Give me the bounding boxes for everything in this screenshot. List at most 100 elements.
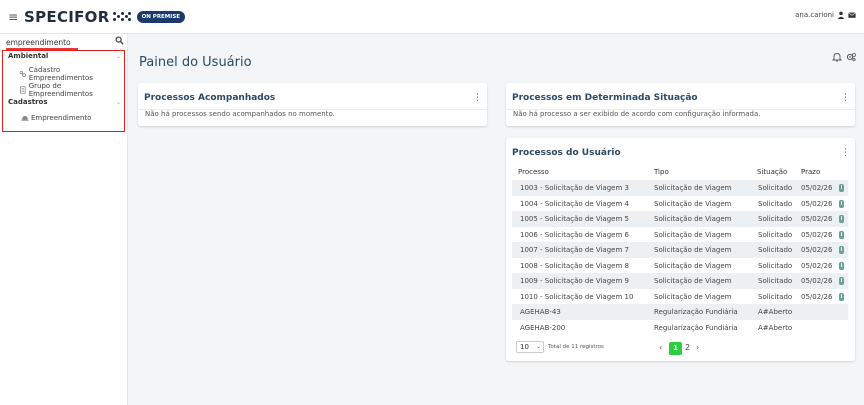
cell-situacao: Solicitado: [758, 230, 793, 239]
username: ana.carioni: [795, 11, 834, 19]
cell-prazo: 05/02/26: [801, 261, 833, 270]
cell-tipo: Solicitação de Viagem: [654, 184, 732, 192]
gear-icon[interactable]: [846, 52, 856, 62]
menu-search-input[interactable]: [6, 36, 106, 48]
info-icon[interactable]: i: [839, 277, 844, 285]
menu-item-grupo-empreendimentos[interactable]: Grupo de Empreendimentos: [19, 82, 124, 98]
cell-processo[interactable]: 1004 - Solicitação de Viagem 4: [520, 200, 629, 208]
sidebar: Ambiental ⌄ Cadastro Empreendimentos Gru…: [0, 34, 128, 405]
cell-tipo: Regularização Fundiária: [654, 323, 738, 332]
search-icon[interactable]: [115, 36, 124, 45]
kebab-menu-icon[interactable]: ⋮: [473, 94, 482, 103]
info-icon[interactable]: i: [839, 246, 844, 254]
cell-prazo: 05/02/26: [801, 184, 833, 192]
cell-situacao: Solicitado: [758, 199, 793, 208]
bell-icon[interactable]: [832, 52, 842, 62]
menu-item-label: Grupo de Empreendimentos: [28, 82, 93, 98]
cell-tipo: Solicitação de Viagem: [654, 215, 732, 223]
cell-situacao: Solicitado: [758, 261, 793, 270]
page-button-1[interactable]: 1: [669, 342, 682, 355]
next-page-button[interactable]: ›: [696, 343, 699, 352]
menu-section-ambiental[interactable]: Ambiental: [8, 52, 48, 60]
prev-page-button[interactable]: ‹: [659, 343, 662, 352]
cell-situacao: Solicitado: [758, 184, 793, 192]
hamburger-menu-icon[interactable]: ≡: [2, 10, 24, 24]
cell-processo[interactable]: 1010 - Solicitação de Viagem 10: [520, 293, 633, 301]
menu-item-empreendimento[interactable]: Empreendimento: [21, 114, 91, 122]
page-toolbar: [832, 52, 856, 62]
card-processos-acompanhados: Processos Acompanhados ⋮ Não há processo…: [138, 83, 487, 126]
total-records: Total de 11 registros: [548, 344, 604, 350]
card-title: Processos Acompanhados: [144, 93, 276, 103]
cell-situacao: A#Aberto: [758, 308, 793, 316]
menu-section-cadastros[interactable]: Cadastros: [8, 98, 48, 106]
column-header-situacao[interactable]: Situação: [757, 168, 787, 176]
user-menu[interactable]: ana.carioni: [795, 11, 856, 19]
card-title: Processos em Determinada Situação: [512, 93, 698, 103]
table-row[interactable]: 1006 - Solicitação de Viagem 6 Solicitaçã…: [512, 227, 848, 243]
kebab-menu-icon[interactable]: ⋮: [841, 149, 850, 158]
empty-message: Não há processo a ser exibido de acordo …: [513, 110, 761, 118]
brand-logo[interactable]: SPECIFOR: [24, 8, 131, 26]
cell-tipo: Solicitação de Viagem: [654, 277, 732, 285]
cell-prazo: 05/02/26: [801, 199, 833, 208]
menu-results-box: Ambiental ⌄ Cadastro Empreendimentos Gru…: [2, 50, 125, 132]
info-icon[interactable]: i: [839, 199, 844, 208]
cell-tipo: Regularização Fundiária: [654, 308, 738, 316]
page-size-select[interactable]: 10 ⌄: [516, 341, 544, 353]
table-row[interactable]: 1005 - Solicitação de Viagem 5 Solicitaçã…: [512, 211, 848, 227]
info-icon[interactable]: i: [839, 292, 844, 301]
document-icon: [20, 86, 26, 94]
column-header-processo[interactable]: Processo: [518, 168, 549, 176]
cell-situacao: Solicitado: [758, 215, 793, 223]
page-button-2[interactable]: 2: [685, 343, 690, 352]
cell-processo[interactable]: 1007 - Solicitação de Viagem 7: [520, 246, 629, 254]
cell-situacao: Solicitado: [758, 246, 793, 254]
cell-processo[interactable]: 1003 - Solicitação de Viagem 3: [520, 184, 629, 192]
table-row[interactable]: AGEHAB-43 Regularização Fundiária A#Aberto: [512, 304, 848, 320]
kebab-menu-icon[interactable]: ⋮: [841, 94, 850, 103]
cog-people-icon: [19, 70, 26, 78]
table-row[interactable]: 1003 - Solicitação de Viagem 3 Solicitaçã…: [512, 180, 848, 196]
cell-prazo: 05/02/26: [801, 277, 833, 285]
mail-icon[interactable]: [848, 11, 856, 19]
user-icon[interactable]: [837, 11, 845, 19]
cell-processo[interactable]: 1009 - Solicitação de Viagem 9: [520, 277, 629, 285]
chevron-down-icon[interactable]: ⌄: [116, 53, 121, 60]
empty-message: Não há processos sendo acompanhados no m…: [145, 110, 335, 118]
cell-tipo: Solicitação de Viagem: [654, 199, 732, 208]
cell-processo[interactable]: 1006 - Solicitação de Viagem 6: [520, 231, 629, 239]
menu-item-label: Empreendimento: [31, 114, 92, 122]
table-row[interactable]: 1009 - Solicitação de Viagem 9 Solicitaçã…: [512, 273, 848, 289]
table-row[interactable]: 1008 - Solicitação de Viagem 8 Solicitaçã…: [512, 258, 848, 274]
cell-tipo: Solicitação de Viagem: [654, 261, 732, 270]
cell-prazo: 05/02/26: [801, 292, 833, 301]
page-title: Painel do Usuário: [139, 55, 252, 70]
menu-item-cadastro-empreendimentos[interactable]: Cadastro Empreendimentos: [19, 66, 124, 82]
info-icon[interactable]: i: [839, 184, 844, 192]
table-row[interactable]: 1004 - Solicitação de Viagem 4 Solicitaçã…: [512, 196, 848, 212]
cell-tipo: Solicitação de Viagem: [654, 246, 732, 254]
on-premise-badge: ON PREMISE: [136, 10, 186, 23]
cell-processo[interactable]: AGEHAB-43: [520, 308, 561, 316]
table-row[interactable]: AGEHAB-200 Regularização Fundiária A#Abert…: [512, 320, 848, 336]
table-row[interactable]: 1010 - Solicitação de Viagem 10 Solicitaç…: [512, 289, 848, 305]
card-processos-situacao: Processos em Determinada Situação ⋮ Não …: [506, 83, 855, 126]
chevron-down-icon[interactable]: ⌄: [116, 99, 121, 106]
cell-tipo: Solicitação de Viagem: [654, 292, 732, 301]
column-header-prazo[interactable]: Prazo: [801, 168, 820, 176]
info-icon[interactable]: i: [839, 230, 844, 239]
top-bar: ≡ SPECIFOR ON PREMISE ana.carioni: [0, 0, 864, 34]
info-icon[interactable]: i: [839, 215, 844, 223]
card-title: Processos do Usuário: [512, 148, 621, 158]
cell-tipo: Solicitação de Viagem: [654, 230, 732, 239]
cell-situacao: Solicitado: [758, 292, 793, 301]
cell-processo[interactable]: 1005 - Solicitação de Viagem 5: [520, 215, 629, 223]
cell-processo[interactable]: 1008 - Solicitação de Viagem 8: [520, 262, 629, 270]
cell-processo[interactable]: AGEHAB-200: [520, 324, 565, 332]
table-row[interactable]: 1007 - Solicitação de Viagem 7 Solicitaçã…: [512, 242, 848, 258]
column-header-tipo[interactable]: Tipo: [654, 168, 669, 176]
info-icon[interactable]: i: [839, 261, 844, 270]
hardhat-icon: [21, 116, 29, 121]
card-processos-usuario: Processos do Usuário ⋮ Processo Tipo Sit…: [506, 138, 855, 361]
